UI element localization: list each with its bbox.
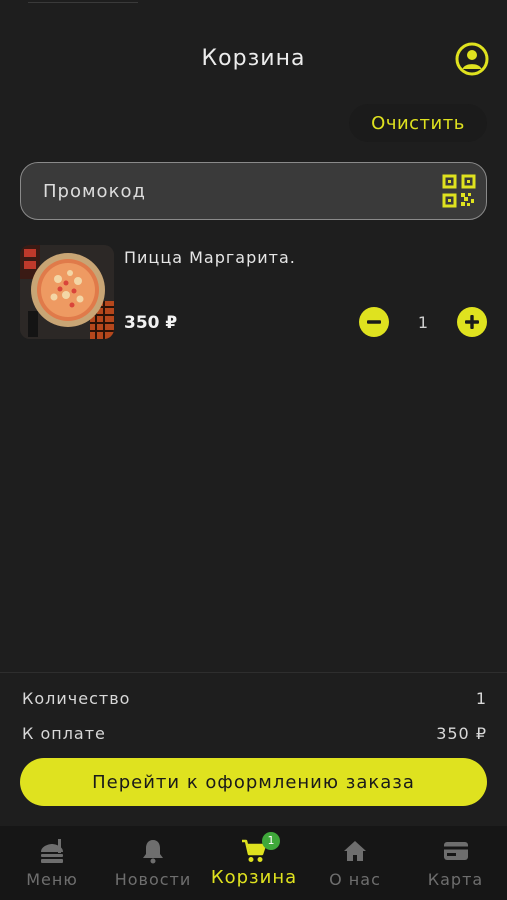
tab-label: Новости [114,870,192,889]
cart-item[interactable]: Пицца Маргарита. 350 ₽ 1 [20,245,487,341]
product-name: Пицца Маргарита. [124,248,296,267]
tab-label: Меню [26,870,78,889]
increase-quantity-button[interactable] [457,307,487,337]
promo-code-field [20,162,487,220]
summary-quantity-row: Количество 1 [22,689,487,708]
summary-total-row: К оплате 350 ₽ [22,724,487,743]
checkout-button[interactable]: Перейти к оформлению заказа [20,758,487,806]
profile-button[interactable] [455,42,489,76]
tab-label: Корзина [210,867,298,888]
tab-menu[interactable]: Меню [0,826,104,900]
tab-label: Карта [427,870,484,889]
quantity-total: 1 [475,689,487,708]
tab-news[interactable]: Новости [104,826,202,900]
total-amount: 350 ₽ [436,724,487,743]
tab-card[interactable]: Карта [404,826,507,900]
tab-about[interactable]: О нас [306,826,404,900]
promo-code-input[interactable] [41,163,425,220]
home-icon [344,841,366,861]
qr-code-icon [442,174,476,208]
product-image [20,245,114,339]
qr-scan-button[interactable] [441,173,477,209]
status-bar-remnant [28,0,138,3]
quantity-value: 1 [417,313,429,332]
status-bar [0,0,507,14]
bell-icon [143,840,163,864]
total-label: К оплате [22,724,106,743]
user-circle-icon [455,42,489,76]
page-title: Корзина [201,46,306,71]
bottom-tab-bar: Меню Новости 1 Корзина О нас Карта [0,826,507,900]
menu-burger-icon [41,839,63,863]
tab-label: О нас [329,870,381,889]
decrease-quantity-button[interactable] [359,307,389,337]
product-price: 350 ₽ [124,313,178,333]
minus-icon [359,307,389,337]
clear-cart-button[interactable]: Очистить [349,104,487,142]
plus-icon [457,307,487,337]
summary-divider [0,672,507,673]
tab-cart[interactable]: 1 Корзина [202,826,306,900]
quantity-label: Количество [22,689,131,708]
cart-count-badge: 1 [262,832,280,850]
card-icon [443,842,468,860]
